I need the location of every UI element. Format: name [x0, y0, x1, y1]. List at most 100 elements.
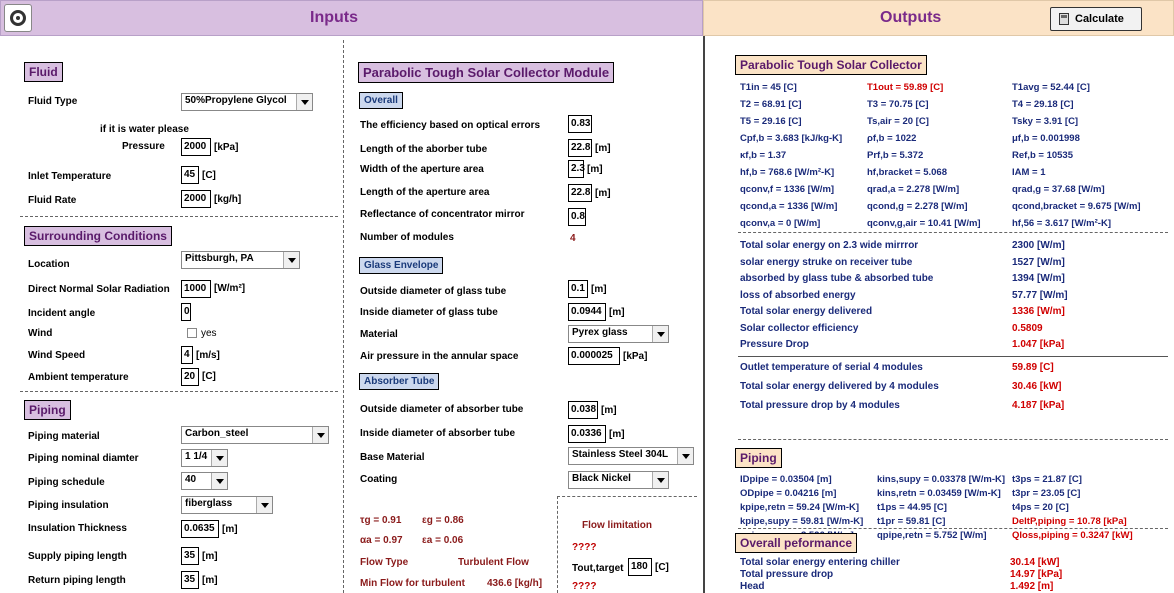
absorber-subsection-title: Absorber Tube — [359, 373, 440, 390]
output-value: qcond,a = 1336 [W/m] — [740, 201, 838, 212]
modules-value: 4 — [570, 233, 576, 244]
fluid-section-title: Fluid — [24, 62, 63, 82]
output-row-label: solar energy struke on receiver tube — [740, 256, 913, 268]
chevron-down-icon — [256, 497, 272, 513]
absorber-id-input[interactable]: 0.0336 — [568, 425, 606, 443]
ambient-temp-input[interactable]: 20 — [181, 368, 199, 386]
glass-subsection-title: Glass Envelope — [359, 257, 444, 274]
reflectance-label: Reflectance of concentrator mirror — [360, 209, 525, 220]
coating-label: Coating — [360, 474, 398, 485]
return-length-label: Return piping length — [28, 575, 126, 586]
modules-label: Number of modules — [360, 232, 454, 243]
piping-insulation-select[interactable]: fiberglass — [181, 496, 273, 514]
flow-limitation-label: Flow limitation — [582, 520, 652, 531]
fluid-type-select[interactable]: 50%Propylene Glycol — [181, 93, 313, 111]
wind-checkbox[interactable] — [187, 328, 197, 338]
divider — [738, 528, 1168, 529]
incident-angle-label: Incident angle — [28, 308, 96, 319]
output-value: T2 = 68.91 [C] — [740, 99, 802, 110]
glass-id-label: Inside diameter of glass tube — [360, 307, 498, 318]
output-value: t1pr = 59.81 [C] — [877, 516, 946, 527]
aperture-width-label: Width of the aperture area — [360, 164, 484, 175]
output-value: t4ps = 20 [C] — [1012, 502, 1069, 513]
tout-target-input[interactable]: 180 — [628, 558, 652, 576]
glass-id-input[interactable]: 0.0944 — [568, 303, 606, 321]
output-row-value: 4.187 [kPa] — [1012, 400, 1065, 411]
fluid-rate-input[interactable]: 2000 — [181, 190, 211, 208]
base-material-select[interactable]: Stainless Steel 304L — [568, 447, 694, 465]
insulation-thickness-unit: [m] — [222, 524, 238, 535]
calculate-label: Calculate — [1075, 13, 1124, 25]
output-value: kpipe,supy = 59.81 [W/m-K] — [740, 516, 864, 527]
output-value: hf,bracket = 5.068 — [867, 167, 948, 178]
output-row-label: Total pressure drop by 4 modules — [740, 400, 900, 411]
absorber-id-label: Inside diameter of absorber tube — [360, 428, 516, 439]
ambient-temp-label: Ambient temperature — [28, 372, 129, 383]
dnr-input[interactable]: 1000 — [181, 280, 211, 298]
divider — [557, 496, 558, 593]
output-row-value: 30.46 [kW] — [1012, 381, 1062, 392]
pressure-input[interactable]: 2000 — [181, 138, 211, 156]
piping-schedule-select[interactable]: 40 — [181, 472, 228, 490]
output-value: qconv,a = 0 [W/m] — [740, 218, 821, 229]
flow-type-label: Flow Type — [360, 557, 409, 568]
piping-insulation-value: fiberglass — [185, 498, 233, 509]
aperture-length-unit: [m] — [595, 188, 611, 199]
insulation-thickness-label: Insulation Thickness — [28, 523, 127, 534]
aperture-width-unit: [m] — [587, 164, 603, 175]
air-pressure-unit: [kPa] — [623, 351, 648, 362]
app-logo-button[interactable] — [4, 4, 32, 32]
absorber-od-input[interactable]: 0.038 — [568, 401, 598, 419]
output-value: IDpipe = 0.03504 [m] — [740, 474, 832, 485]
chevron-down-icon — [283, 252, 299, 268]
output-row-value: 2300 [W/m] — [1012, 240, 1065, 251]
piping-material-select[interactable]: Carbon_steel — [181, 426, 329, 444]
aperture-width-input[interactable]: 2.3 — [568, 160, 585, 178]
coating-value: Black Nickel — [572, 473, 631, 484]
return-length-unit: [m] — [202, 575, 218, 586]
location-select[interactable]: Pittsburgh, PA — [181, 251, 300, 269]
inlet-temp-input[interactable]: 45 — [181, 166, 199, 184]
alpha-a-value: αa = 0.97 — [360, 535, 403, 546]
insulation-thickness-input[interactable]: 0.0635 — [181, 520, 219, 538]
supply-length-input[interactable]: 35 — [181, 547, 199, 565]
output-row-value: 1.492 [m] — [1010, 581, 1054, 592]
incident-angle-input[interactable]: 0 — [181, 303, 191, 321]
coating-select[interactable]: Black Nickel — [568, 471, 669, 489]
fluid-rate-label: Fluid Rate — [28, 195, 77, 206]
piping-schedule-label: Piping schedule — [28, 477, 105, 488]
supply-length-unit: [m] — [202, 551, 218, 562]
output-row-label: Total solar energy entering chiller — [740, 557, 900, 568]
absorber-od-unit: [m] — [601, 405, 617, 416]
output-value: hf,b = 768.6 [W/m²-K] — [740, 167, 835, 178]
min-flow-label: Min Flow for turbulent — [360, 578, 465, 589]
output-value: T4 = 29.18 [C] — [1012, 99, 1074, 110]
air-pressure-label: Air pressure in the annular space — [360, 351, 519, 362]
module-section-title: Parabolic Tough Solar Collector Module — [358, 62, 615, 83]
piping-output-title: Piping — [735, 448, 782, 468]
water-note: if it is water please — [100, 124, 189, 135]
logo-icon — [10, 10, 26, 26]
output-value: qconv,g,air = 10.41 [W/m] — [867, 218, 981, 229]
output-row-value: 59.89 [C] — [1012, 362, 1054, 373]
chevron-down-icon — [652, 326, 668, 342]
aperture-length-input[interactable]: 22.8 — [568, 184, 592, 202]
air-pressure-input[interactable]: 0.000025 — [568, 347, 620, 365]
glass-od-input[interactable]: 0.1 — [568, 280, 588, 298]
glass-material-select[interactable]: Pyrex glass — [568, 325, 669, 343]
output-value: IAM = 1 — [1012, 167, 1046, 178]
output-row-value: 1336 [W/m] — [1012, 306, 1065, 317]
output-value: t1ps = 44.95 [C] — [877, 502, 947, 513]
wind-label: Wind — [28, 328, 53, 339]
piping-diameter-select[interactable]: 1 1/4 — [181, 449, 228, 467]
wind-speed-input[interactable]: 4 — [181, 346, 193, 364]
wind-speed-label: Wind Speed — [28, 350, 86, 361]
efficiency-input[interactable]: 0.83 — [568, 115, 592, 133]
inlet-temp-label: Inlet Temperature — [28, 171, 112, 182]
output-row-label: Solar collector efficiency — [740, 322, 859, 334]
calculate-button[interactable]: Calculate — [1050, 7, 1142, 31]
return-length-input[interactable]: 35 — [181, 571, 199, 589]
reflectance-input[interactable]: 0.8 — [568, 208, 586, 226]
divider — [738, 439, 1168, 440]
tube-length-input[interactable]: 22.8 — [568, 139, 592, 157]
